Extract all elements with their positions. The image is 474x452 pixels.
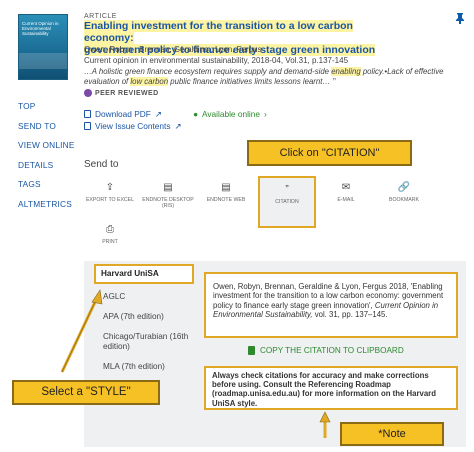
arrow-to-note bbox=[319, 411, 331, 438]
arrow-to-style bbox=[60, 289, 103, 373]
callout-arrows bbox=[60, 289, 331, 438]
